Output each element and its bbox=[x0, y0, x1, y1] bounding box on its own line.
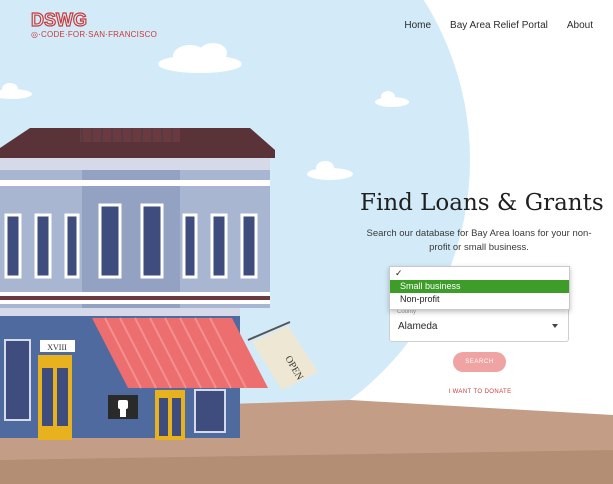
option-small-business[interactable]: Small business bbox=[390, 280, 569, 293]
logo-tagline: ◎·CODE·FOR·SAN·FRANCISCO bbox=[31, 30, 157, 39]
storefront-illustration: XVIII OPEN bbox=[0, 128, 318, 440]
top-nav: Home Bay Area Relief Portal About bbox=[404, 20, 593, 31]
code-brackets-icon: ◎· bbox=[31, 30, 42, 39]
tagline-text: CODE·FOR·SAN·FRANCISCO bbox=[41, 30, 158, 39]
page: XVIII OPEN DSWG ◎·CODE·FOR·SAN·FRANCISCO… bbox=[0, 0, 613, 484]
nav-relief-portal[interactable]: Bay Area Relief Portal bbox=[450, 20, 548, 31]
logo-mark[interactable]: DSWG bbox=[31, 11, 99, 29]
donate-link[interactable]: I WANT TO DONATE bbox=[440, 389, 520, 395]
checkmark-icon: ✓ bbox=[395, 268, 403, 278]
logo-text: DSWG bbox=[31, 11, 87, 29]
page-title: Find Loans & Grants bbox=[360, 190, 604, 216]
page-subtitle: Search our database for Bay Area loans f… bbox=[366, 228, 592, 253]
county-select[interactable]: County Alameda bbox=[389, 309, 569, 342]
option-non-profit[interactable]: Non-profit bbox=[390, 293, 569, 306]
dropdown-empty-option[interactable]: ✓ bbox=[390, 267, 569, 280]
nav-home[interactable]: Home bbox=[404, 20, 431, 31]
nav-about[interactable]: About bbox=[567, 20, 593, 31]
chevron-down-icon bbox=[552, 324, 558, 328]
cornice-sign: XVIII bbox=[47, 343, 67, 352]
search-button[interactable]: SEARCH bbox=[453, 352, 506, 372]
organization-type-dropdown[interactable]: ✓ Small business Non-profit bbox=[389, 266, 570, 310]
county-value: Alameda bbox=[398, 321, 438, 332]
